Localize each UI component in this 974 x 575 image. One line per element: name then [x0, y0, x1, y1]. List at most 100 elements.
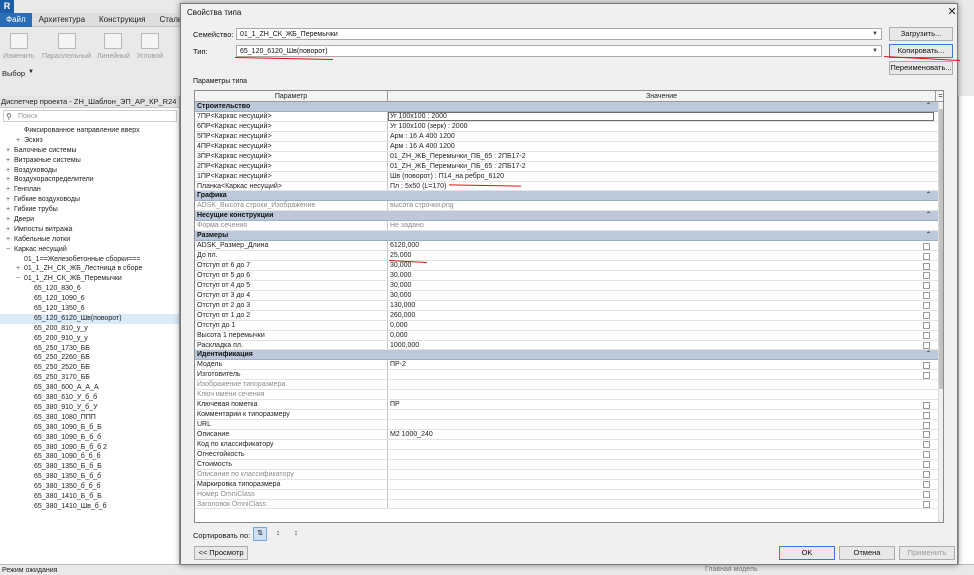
param-row[interactable]: Заголовок OmniClass — [195, 499, 943, 510]
preview-button[interactable]: << Просмотр — [194, 546, 248, 560]
select-panel-label[interactable]: Выбор — [2, 69, 25, 78]
param-value[interactable]: Не задано — [390, 221, 935, 231]
formula-checkbox[interactable] — [923, 451, 930, 459]
ok-button[interactable]: OK — [779, 546, 835, 560]
expand-icon[interactable]: + — [4, 215, 12, 225]
param-value[interactable]: 260,000 — [390, 311, 935, 321]
tree-item[interactable]: 65_380_1350_Б_б_Б — [0, 462, 179, 472]
group-header[interactable]: Несущие конструкции ⌃ — [195, 211, 943, 222]
tree-item[interactable]: +01_1_ZH_СК_ЖБ_Лестница в сборе — [0, 264, 179, 274]
param-row[interactable]: ADSK_Размер_Длина 6120,000 — [195, 241, 943, 252]
param-value[interactable]: 30,000 — [390, 261, 935, 271]
param-row[interactable]: 6ПР<Каркас несущий> Уг 100х100 (зерк) : 2… — [195, 121, 943, 132]
param-value[interactable]: Уг 100х100 (зерк) : 2000 — [390, 122, 935, 132]
linear-tool[interactable]: Линейный — [97, 33, 130, 60]
param-value[interactable]: ПР — [390, 400, 935, 410]
param-row[interactable]: Описание по классификатору — [195, 469, 943, 480]
param-row[interactable]: Отступ от 5 до 6 30,000 — [195, 270, 943, 281]
expand-icon[interactable]: + — [4, 166, 12, 176]
param-row[interactable]: Модель ПР-2 — [195, 360, 943, 371]
tree-item[interactable]: 65_120_6120_Шв(поворот) — [0, 313, 179, 324]
param-row[interactable]: Изготовитель — [195, 370, 943, 381]
param-row[interactable]: Отступ от 6 до 7 30,000 — [195, 261, 943, 271]
param-row[interactable]: Отступ до 1 0,000 — [195, 320, 943, 331]
tree-item[interactable]: 65_120_830_6 — [0, 284, 179, 294]
param-value[interactable]: Пл : 5х50 (L=170) — [390, 182, 935, 192]
formula-checkbox[interactable] — [923, 501, 930, 508]
close-icon[interactable]: ✕ — [946, 5, 958, 18]
rename-button[interactable]: Переименовать... — [889, 61, 953, 75]
expand-icon[interactable]: + — [4, 146, 12, 156]
tree-item[interactable]: 65_380_1090_б_б_б — [0, 452, 179, 462]
tree-item[interactable]: 65_380_600_А_А_А — [0, 383, 179, 393]
param-row[interactable]: Стоимость — [195, 459, 943, 470]
tree-item[interactable]: 65_380_1350_б_б_б — [0, 482, 179, 492]
formula-checkbox[interactable] — [923, 471, 930, 479]
tree-item[interactable]: + Воздуховоды — [0, 166, 179, 176]
tree-item[interactable]: 65_380_1350_Б_б_б — [0, 472, 179, 482]
expand-icon[interactable]: + — [4, 235, 12, 245]
tree-item[interactable]: 01_1==Железобетонные сборки=== — [0, 255, 179, 265]
tree-item[interactable]: + Балочные системы — [0, 146, 179, 156]
apply-button[interactable]: Применить — [899, 546, 955, 560]
param-row[interactable]: 5ПР<Каркас несущий> Арм : 16 А 400 1200 — [195, 131, 943, 142]
tree-item[interactable]: Фиксированное направление вверх — [0, 126, 179, 136]
family-select[interactable]: 01_1_ZH_СК_ЖБ_Перемычки ▼ — [236, 28, 882, 40]
cancel-button[interactable]: Отмена — [839, 546, 895, 560]
formula-checkbox[interactable] — [923, 242, 930, 250]
formula-checkbox[interactable] — [923, 361, 930, 369]
expand-icon[interactable]: + — [14, 264, 22, 274]
status-model[interactable]: Главная модель — [705, 564, 758, 575]
tree-item[interactable]: 65_120_1090_6 — [0, 294, 179, 304]
formula-checkbox[interactable] — [923, 282, 930, 290]
param-value[interactable]: 30,000 — [390, 281, 935, 291]
formula-checkbox[interactable] — [923, 262, 930, 270]
expand-icon[interactable]: + — [4, 195, 12, 205]
param-value[interactable]: 30,000 — [390, 291, 935, 301]
expand-icon[interactable]: + — [4, 225, 12, 235]
formula-checkbox[interactable] — [923, 252, 930, 260]
type-select[interactable]: 65_120_6120_Шв(поворот) ▼ — [236, 45, 882, 57]
collapse-icon[interactable]: ⌃ — [926, 231, 931, 241]
tree-item[interactable]: + Генплан — [0, 185, 179, 195]
param-row[interactable]: Отступ от 3 до 4 30,000 — [195, 290, 943, 301]
param-row[interactable]: 1ПР<Каркас несущий> Шв (поворот) : П14_на… — [195, 171, 943, 182]
formula-checkbox[interactable] — [923, 401, 930, 409]
col-formula[interactable]: = — [936, 91, 943, 102]
param-value[interactable]: Шв (поворот) : П14_на ребро_6120 — [390, 172, 935, 182]
tree-item[interactable]: 65_380_1410_Б_б_Б — [0, 492, 179, 502]
formula-checkbox[interactable] — [923, 461, 930, 469]
param-row[interactable]: Маркировка типоразмера — [195, 479, 943, 490]
tree-item[interactable]: 65_120_1350_6 — [0, 304, 179, 314]
expand-icon[interactable]: + — [4, 156, 12, 166]
param-row[interactable]: До пл. 25,000 — [195, 251, 943, 261]
param-row[interactable]: Код по классификатору — [195, 439, 943, 450]
param-row[interactable]: Планка<Каркас несущий> Пл : 5х50 (L=170) — [195, 181, 943, 192]
modify-tool[interactable]: Изменить — [3, 33, 35, 60]
tree-item[interactable]: + Гибкие трубы — [0, 205, 179, 215]
param-row[interactable]: Отступ от 2 до 3 130,000 — [195, 300, 943, 311]
formula-checkbox[interactable] — [923, 302, 930, 310]
expand-icon[interactable]: + — [4, 175, 12, 185]
formula-checkbox[interactable] — [923, 441, 930, 449]
param-row[interactable]: 4ПР<Каркас несущий> Арм : 16 А 400 1200 — [195, 141, 943, 152]
collapse-icon[interactable]: − — [4, 245, 12, 255]
browser-search-input[interactable]: Поиск — [3, 110, 177, 122]
collapse-icon[interactable]: ⌃ — [926, 102, 931, 112]
formula-checkbox[interactable] — [923, 481, 930, 489]
param-value[interactable]: 01_ZH_ЖБ_Перемычки_ПБ_65 : 2ПБ17-2 — [390, 152, 935, 162]
tree-item[interactable]: −01_1_ZH_СК_ЖБ_Перемычки — [0, 274, 179, 284]
param-row[interactable]: 2ПР<Каркас несущий> 01_ZH_ЖБ_Перемычки_ПБ… — [195, 161, 943, 172]
param-row[interactable]: URL — [195, 420, 943, 430]
tree-item[interactable]: − Каркас несущий — [0, 245, 179, 255]
param-value[interactable]: 1000,000 — [390, 341, 935, 351]
collapse-icon[interactable]: ⌃ — [926, 211, 931, 221]
tree-item[interactable]: 65_380_1090_Б_б_б 2 — [0, 443, 179, 453]
param-value[interactable]: 0,000 — [390, 331, 935, 341]
expand-icon[interactable]: + — [14, 136, 22, 146]
formula-checkbox[interactable] — [923, 371, 930, 379]
tree-item[interactable]: 65_380_1090_Б_б_б — [0, 433, 179, 443]
expand-icon[interactable]: + — [4, 205, 12, 215]
tree-item[interactable]: + Эскиз — [0, 136, 179, 146]
col-parameter[interactable]: Параметр — [195, 91, 388, 102]
